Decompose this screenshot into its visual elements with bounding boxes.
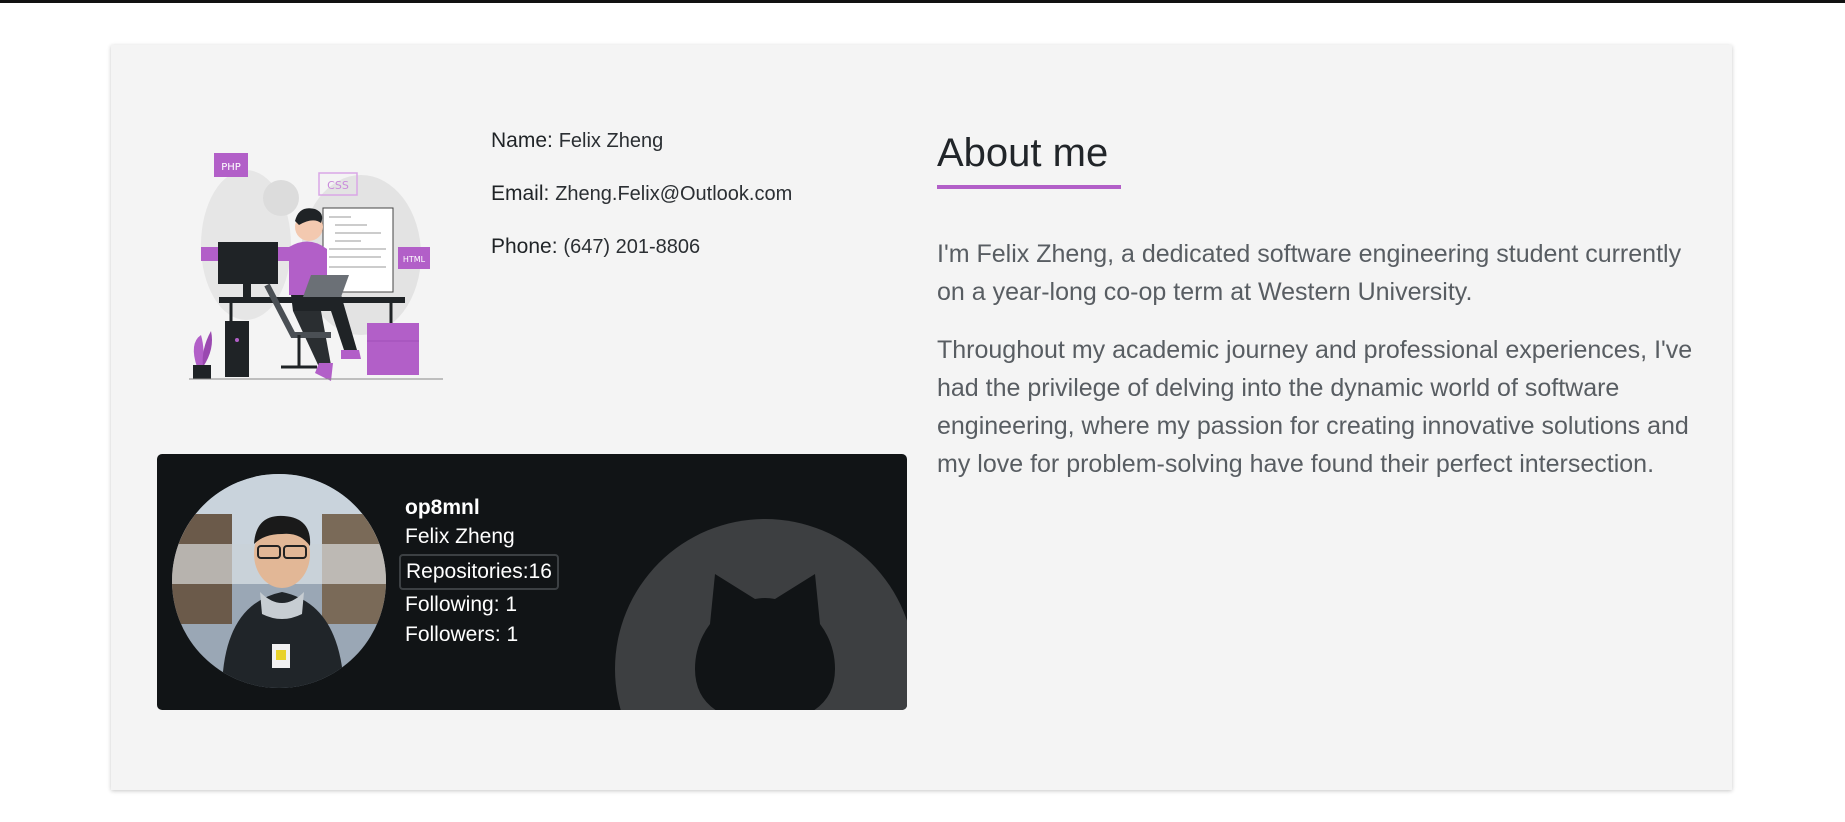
email-row: Email: Zheng.Felix@Outlook.com xyxy=(491,178,991,231)
contact-info: Name: Felix Zheng Email: Zheng.Felix@Out… xyxy=(491,125,991,284)
svg-text:CSS: CSS xyxy=(327,179,349,192)
profile-photo-icon xyxy=(172,474,386,688)
about-title: About me xyxy=(937,131,1109,175)
name-value: Felix Zheng xyxy=(558,130,664,152)
phone-value: (647) 201-8806 xyxy=(563,236,701,258)
phone-label: Phone: xyxy=(491,235,558,258)
github-user-info: op8mnl Felix Zheng Repositories:16 Follo… xyxy=(399,494,559,650)
email-value: Zheng.Felix@Outlook.com xyxy=(555,183,793,205)
svg-text:HTML: HTML xyxy=(403,255,426,264)
top-border xyxy=(0,0,1845,3)
github-profile-card[interactable]: op8mnl Felix Zheng Repositories:16 Follo… xyxy=(157,454,907,710)
repositories-count[interactable]: Repositories:16 xyxy=(399,554,559,590)
email-label: Email: xyxy=(491,182,550,205)
github-display-name: Felix Zheng xyxy=(405,525,515,548)
developer-at-desk-icon: PHP CSS HTML xyxy=(189,153,443,381)
about-section-card: PHP CSS HTML Name: Felix Zheng Email: Zh… xyxy=(111,45,1732,790)
about-title-underline xyxy=(937,185,1121,189)
developer-illustration: PHP CSS HTML xyxy=(181,135,511,455)
followers-count[interactable]: Followers: 1 xyxy=(405,620,559,650)
github-octocat-icon xyxy=(615,519,907,710)
phone-row: Phone: (647) 201-8806 xyxy=(491,231,991,284)
about-paragraph-1: I'm Felix Zheng, a dedicated software en… xyxy=(937,240,1682,306)
github-username[interactable]: op8mnl xyxy=(405,494,559,522)
about-paragraph-2: Throughout my academic journey and profe… xyxy=(937,336,1693,478)
avatar xyxy=(172,474,386,688)
name-label: Name: xyxy=(491,129,553,152)
name-row: Name: Felix Zheng xyxy=(491,125,991,178)
about-me: About me I'm Felix Zheng, a dedicated so… xyxy=(937,123,1697,483)
svg-text:PHP: PHP xyxy=(221,162,241,173)
following-count[interactable]: Following: 1 xyxy=(405,590,559,620)
